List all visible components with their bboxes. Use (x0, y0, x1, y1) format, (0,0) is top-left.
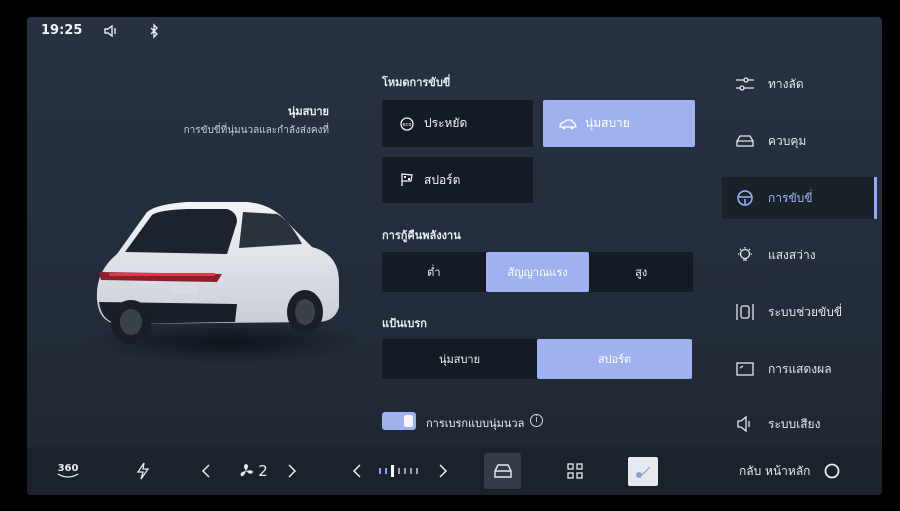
car-image (87, 202, 357, 364)
speaker-icon[interactable] (103, 23, 119, 39)
chevron-right-icon (439, 464, 448, 478)
brake-pedal-label: แป้นเบรก (382, 317, 427, 330)
temperature-slider[interactable] (375, 447, 425, 495)
fan-increase-button[interactable] (283, 447, 301, 495)
menu-label-display: การแสดงผล (768, 361, 832, 376)
eco-icon: eco (398, 116, 416, 131)
camera-360-text: 360 (58, 463, 79, 474)
menu-item-lighting[interactable]: แสงสว่าง (722, 234, 877, 276)
comfort-car-icon (559, 117, 577, 131)
brake-option-sport[interactable]: สปอร์ต (537, 339, 692, 379)
menu-label-sound: ระบบเสียง (768, 416, 821, 431)
svg-text:eco: eco (403, 122, 412, 128)
shortcut-sliders-icon (734, 75, 756, 93)
fan-icon (240, 464, 254, 477)
drive-mode-sport-label: สปอร์ต (424, 172, 461, 187)
steering-wheel-icon (734, 189, 756, 207)
menu-label-control: ควบคุม (768, 133, 807, 148)
regen-option-high[interactable]: สูง (589, 252, 693, 292)
brake-option-comfort[interactable]: นุ่มสบาย (382, 339, 537, 379)
menu-item-display[interactable]: การแสดงผล (722, 348, 877, 390)
menu-label-shortcuts: ทางลัด (768, 76, 804, 91)
charging-button[interactable] (131, 447, 155, 495)
drive-mode-comfort-label: นุ่มสบาย (585, 116, 630, 130)
chevron-right-icon (288, 464, 297, 478)
drive-mode-label: โหมดการขับขี่ (382, 76, 451, 89)
current-mode-description: การขับขี่ที่นุ่มนวลและกำลังส่งคงที่ (183, 125, 329, 136)
temperature-level-bars (379, 465, 418, 477)
info-icon[interactable]: i (530, 414, 543, 427)
vehicle-settings-button[interactable] (484, 453, 521, 489)
menu-label-driving: การขับขี่ (768, 190, 813, 205)
bluetooth-icon[interactable] (146, 23, 162, 39)
soft-brake-label: การเบรกแบบนุ่มนวล (426, 417, 525, 430)
camera-360-button[interactable]: 360 (51, 447, 85, 495)
regen-option-strong[interactable]: สัญญาณแรง (485, 252, 590, 292)
bottom-dock: 360 2 กลับ หน้าหลัก (27, 447, 882, 495)
home-circle-icon (825, 463, 840, 479)
drive-mode-sport-button[interactable]: สปอร์ต (382, 157, 533, 203)
menu-item-sound[interactable]: ระบบเสียง (722, 403, 877, 445)
status-bar: 19:25 (27, 17, 882, 47)
brake-pedal-segmented-control: นุ่มสบาย สปอร์ต (382, 339, 692, 379)
menu-item-driver-assist[interactable]: ระบบช่วยขับขี่ (722, 291, 877, 333)
toggle-knob (404, 415, 413, 427)
light-bulb-icon (734, 246, 756, 264)
display-icon (734, 360, 756, 378)
drive-mode-eco-label: ประหยัด (424, 116, 468, 130)
back-to-home-button[interactable]: กลับ หน้าหลัก (739, 447, 859, 495)
regen-label: การกู้คืนพลังงาน (382, 229, 461, 242)
clock: 19:25 (41, 23, 83, 38)
car-control-icon (734, 132, 756, 150)
regen-segmented-control: ต่ำ สัญญาณแรง สูง (382, 252, 693, 292)
fan-decrease-button[interactable] (197, 447, 215, 495)
sport-flag-icon (398, 173, 416, 187)
lightning-icon (136, 462, 150, 480)
menu-item-shortcuts[interactable]: ทางลัด (722, 63, 877, 105)
menu-item-driving[interactable]: การขับขี่ (722, 177, 877, 219)
menu-item-control[interactable]: ควบคุม (722, 120, 877, 162)
regen-option-low[interactable]: ต่ำ (382, 252, 486, 292)
apps-grid-icon (567, 463, 583, 479)
car-control-icon (493, 464, 512, 478)
drive-mode-comfort-button[interactable]: นุ่มสบาย (543, 100, 695, 147)
chevron-left-icon (352, 464, 361, 478)
drive-mode-eco-button[interactable]: eco ประหยัด (382, 100, 533, 147)
menu-label-driver-assist: ระบบช่วยขับขี่ (768, 304, 843, 319)
temp-increase-button[interactable] (434, 447, 452, 495)
camera-360-icon: 360 (58, 463, 79, 478)
back-to-home-label: กลับ หน้าหลัก (739, 463, 811, 478)
speaker-icon (734, 415, 756, 433)
apps-grid-button[interactable] (563, 447, 587, 495)
temp-decrease-button[interactable] (348, 447, 366, 495)
fan-speed-display: 2 (233, 447, 273, 495)
media-icon (636, 466, 651, 478)
fan-level: 2 (258, 462, 268, 480)
media-app-thumbnail[interactable] (628, 457, 658, 486)
soft-brake-toggle[interactable] (382, 412, 416, 430)
current-mode-title: นุ่มสบาย (287, 105, 329, 118)
car-display-screen: 19:25 นุ่มสบาย การขับขี่ที่นุ่มนวลและกำล… (27, 17, 882, 495)
driver-assist-icon (734, 303, 756, 321)
chevron-left-icon (201, 464, 210, 478)
menu-label-lighting: แสงสว่าง (768, 247, 816, 262)
